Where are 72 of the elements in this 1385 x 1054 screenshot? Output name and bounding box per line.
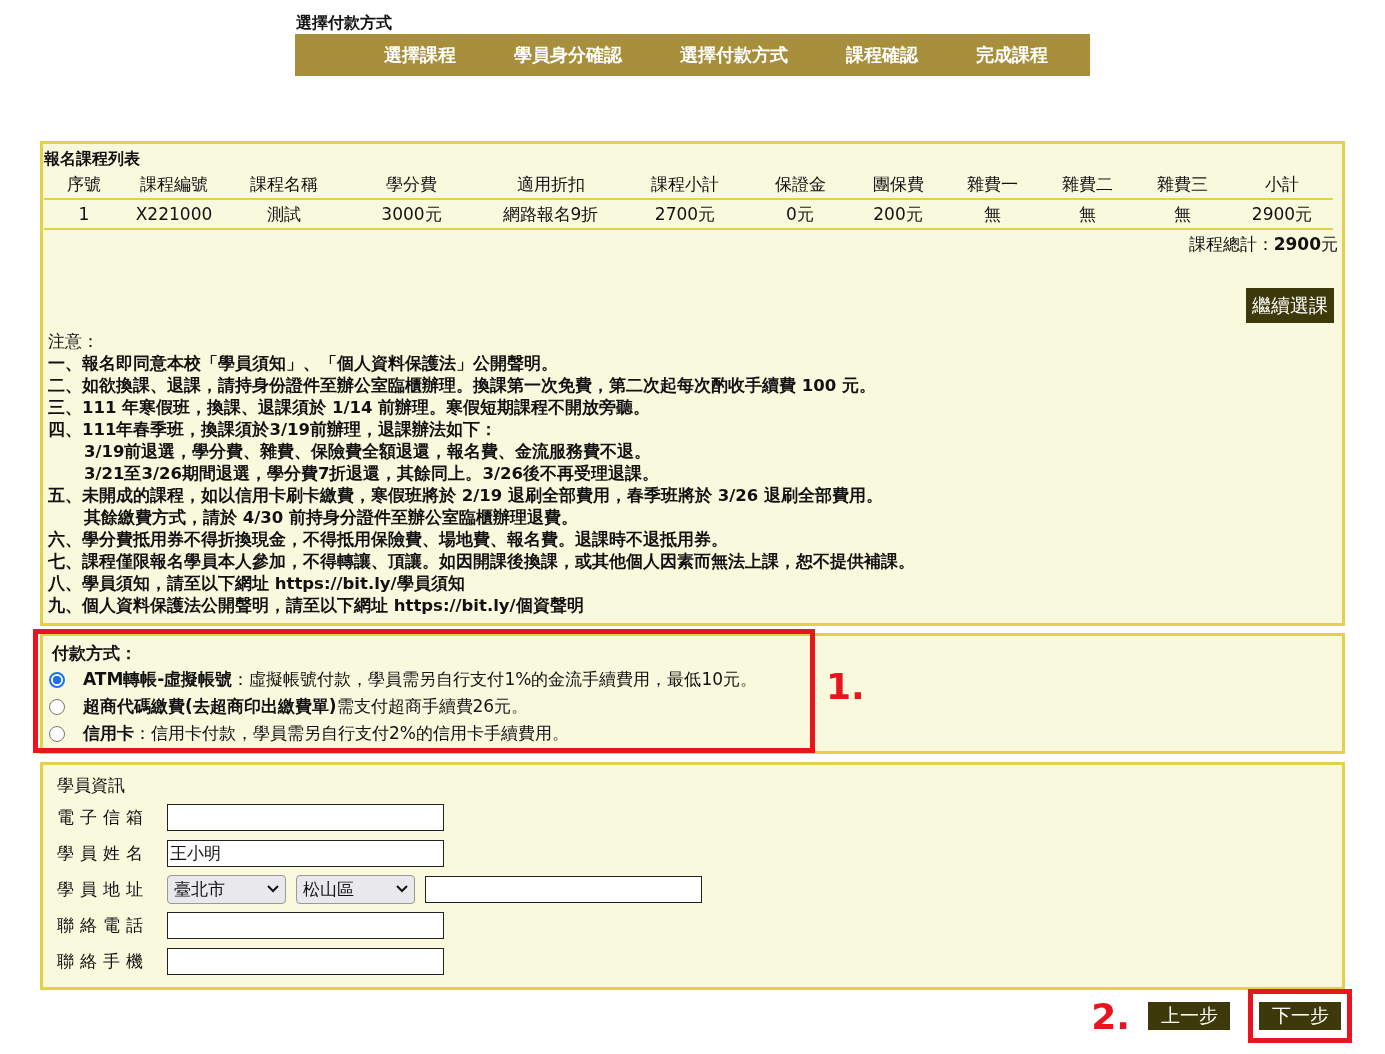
- field-label: 聯絡手機: [57, 949, 150, 973]
- annotation-number: 1.: [826, 666, 865, 707]
- radio-button[interactable]: [49, 698, 65, 715]
- section-title: 報名課程列表: [44, 148, 141, 170]
- district-select[interactable]: 松山區: [296, 874, 415, 904]
- chevron-down-icon: [396, 885, 408, 893]
- continue-button[interactable]: 繼續選課: [1246, 288, 1334, 323]
- payment-option-label[interactable]: 超商代碼繳費(去超商印出繳費單)需支付超商手續費26元。: [83, 693, 529, 720]
- column-header: 保證金: [749, 170, 851, 199]
- note-text: 六、學分費抵用券不得折換現金，不得抵用保險費、場地費、報名費。退課時不退抵用券。: [48, 529, 729, 551]
- table-cell: 無: [1134, 199, 1231, 229]
- previous-button[interactable]: 上一步: [1148, 1002, 1230, 1030]
- table-cell: 無: [1040, 199, 1134, 229]
- radio-button[interactable]: [49, 671, 65, 688]
- step-label: 完成課程: [975, 43, 1049, 67]
- input-field[interactable]: [167, 803, 444, 831]
- column-header: 小計: [1231, 170, 1333, 199]
- column-header: 課程小計: [621, 170, 749, 199]
- notes-heading: 注意：: [48, 331, 100, 353]
- note-text: 七、課程僅限報名學員本人參加，不得轉讓、頂讓。如因開課後換課，或其他個人因素而無法上課，恕不提供補課。: [48, 551, 916, 573]
- city-select[interactable]: 臺北市: [167, 874, 286, 904]
- input-field[interactable]: [167, 947, 444, 975]
- field-label: 學員地址: [57, 877, 150, 901]
- table-cell: 2700元: [621, 199, 749, 229]
- section-title: 學員資訊: [57, 774, 126, 797]
- column-header: 課程編號: [124, 170, 224, 199]
- chevron-down-icon: [267, 885, 279, 893]
- column-header: 學分費: [343, 170, 480, 199]
- note-text: 二、如欲換課、退課，請持身份證件至辦公室臨櫃辦理。換課第一次免費，第二次起每次酌收手續費 100 元。: [48, 375, 877, 397]
- column-header: 適用折扣: [480, 170, 621, 199]
- table-cell: 網路報名9折: [480, 199, 621, 229]
- input-field[interactable]: [167, 911, 444, 939]
- table-cell: 2900元: [1231, 199, 1333, 229]
- table-cell: X221000: [124, 199, 224, 229]
- payment-option-label[interactable]: 信用卡：信用卡付款，學員需另自行支付2%的信用卡手續費用。: [83, 720, 569, 747]
- annotation-number: 2.: [1091, 995, 1130, 1037]
- note-text: 三、111 年寒假班，換課、退課須於 1/14 前辦理。寒假短期課程不開放旁聽。: [48, 397, 652, 419]
- table-cell: 3000元: [343, 199, 480, 229]
- step-label: 選擇課程: [383, 43, 457, 67]
- field-label: 聯絡電話: [57, 913, 150, 937]
- column-header: 序號: [44, 170, 124, 199]
- note-text: 五、未開成的課程，如以信用卡刷卡繳費，寒假班將於 2/19 退刷全部費用，春季班將於 3/26 退刷全部費用。: [48, 485, 884, 507]
- table-cell: 200元: [851, 199, 945, 229]
- column-header: 雜費三: [1134, 170, 1231, 199]
- radio-button[interactable]: [49, 725, 65, 742]
- payment-heading: 付款方式：: [51, 642, 138, 665]
- table-cell: 0元: [749, 199, 851, 229]
- column-header: 課程名稱: [224, 170, 343, 199]
- input-field[interactable]: 王小明: [167, 839, 444, 867]
- course-total: 課程總計：2900元: [1188, 234, 1338, 254]
- step-label: 選擇付款方式: [679, 43, 789, 67]
- step-label: 課程確認: [845, 43, 920, 67]
- input-field[interactable]: [425, 875, 702, 903]
- note-text: 四、111年春季班，換課須於3/19前辦理，退課辦法如下：: [48, 419, 498, 441]
- note-text: 3/19前退選，學分費、雜費、保險費全額退還，報名費、金流服務費不退。: [83, 441, 653, 463]
- note-text: 八、學員須知，請至以下網址 https://bit.ly/學員須知: [48, 573, 466, 595]
- table-cell: 1: [44, 199, 124, 229]
- column-header: 雜費一: [945, 170, 1040, 199]
- step-label: 學員身分確認: [513, 43, 624, 67]
- field-label: 學員姓名: [57, 841, 150, 865]
- field-label: 電子信箱: [57, 805, 150, 829]
- note-text: 一、報名即同意本校「學員須知」、「個人資料保護法」公開聲明。: [48, 353, 559, 375]
- column-header: 團保費: [851, 170, 945, 199]
- next-button[interactable]: 下一步: [1259, 1002, 1341, 1030]
- note-text: 3/21至3/26期間退選，學分費7折退還，其餘同上。3/26後不再受理退課。: [83, 463, 660, 485]
- column-header: 雜費二: [1040, 170, 1134, 199]
- payment-option-label[interactable]: ATM轉帳-虛擬帳號：虛擬帳號付款，學員需另自行支付1%的金流手續費用，最低10元。: [83, 666, 757, 693]
- table-cell: 測試: [224, 199, 343, 229]
- page-title: 選擇付款方式: [296, 12, 393, 34]
- table-cell: 無: [945, 199, 1040, 229]
- note-text: 其餘繳費方式，請於 4/30 前持身分證件至辦公室臨櫃辦理退費。: [83, 507, 579, 529]
- note-text: 九、個人資料保護法公開聲明，請至以下網址 https://bit.ly/個資聲明: [48, 595, 585, 617]
